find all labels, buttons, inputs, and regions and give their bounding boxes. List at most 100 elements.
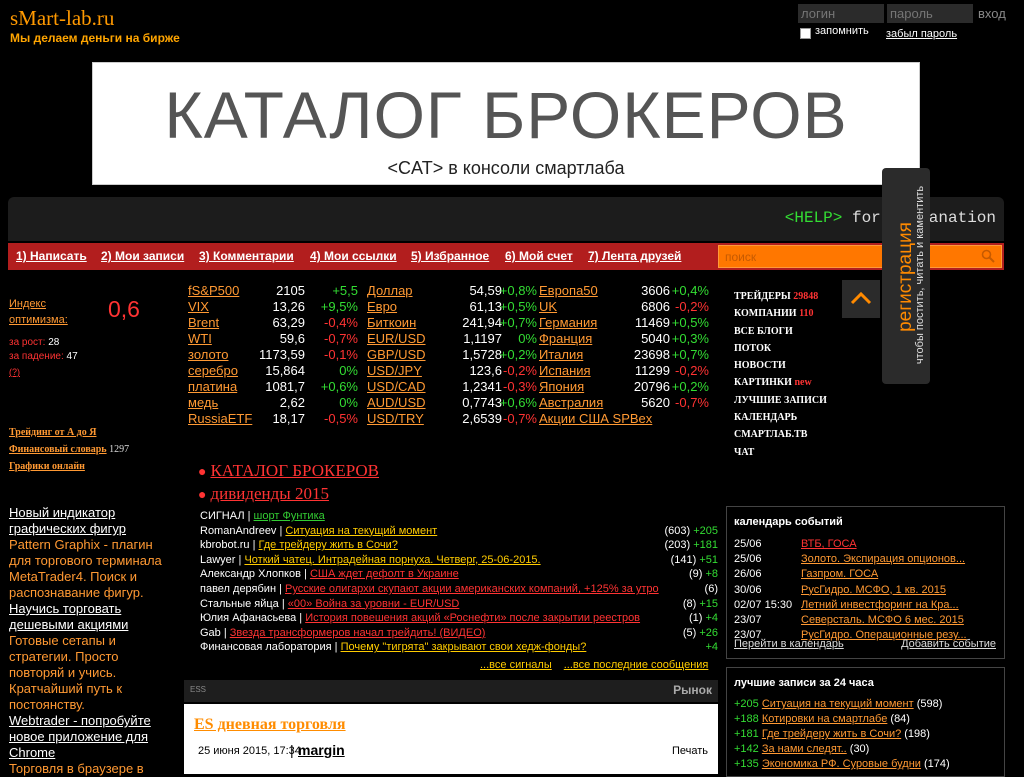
signal-title-link[interactable]: Русские олигархи скупают акции американс… <box>285 583 659 595</box>
quote-name-link[interactable]: Германия <box>539 315 597 330</box>
right-menu-item[interactable]: НОВОСТИ <box>734 360 827 377</box>
event-link[interactable]: ВТБ, ГОСА <box>801 538 1001 550</box>
right-menu-link[interactable]: ЧАТ <box>734 447 754 458</box>
right-menu-link[interactable]: НОВОСТИ <box>734 360 786 371</box>
quote-name-link[interactable]: медь <box>188 395 218 410</box>
quote-name-link[interactable]: золото <box>188 347 228 362</box>
all-posts-link[interactable]: ...все последние сообщения <box>564 659 709 671</box>
right-menu-item[interactable]: КОМПАНИИ 110 <box>734 308 827 325</box>
signal-title-link[interactable]: шорт Фунтика <box>254 510 325 522</box>
promo-item[interactable]: Научись торговать дешевыми акциями Готовы… <box>9 601 167 713</box>
quote-name-link[interactable]: Биткоин <box>367 315 416 330</box>
right-menu-item[interactable]: СМАРТЛАБ.ТВ <box>734 429 827 446</box>
menu-item-write[interactable]: 1) Написать <box>16 249 87 263</box>
right-menu-item[interactable]: КАЛЕНДАРЬ <box>734 412 827 429</box>
quote-name-link[interactable]: Австралия <box>539 395 603 410</box>
right-menu-link[interactable]: КАРТИНКИ <box>734 377 792 388</box>
all-signals-link[interactable]: ...все сигналы <box>480 659 552 671</box>
signal-title-link[interactable]: Ситуация на текущий момент <box>285 525 437 537</box>
event-link[interactable]: Летний инвестфоринг на Кра... <box>801 599 1001 611</box>
signal-author[interactable]: kbrobot.ru <box>200 539 250 551</box>
right-menu-item[interactable]: ЛУЧШИЕ ЗАПИСИ <box>734 395 827 412</box>
menu-item-favorites[interactable]: 5) Избранное <box>411 249 489 263</box>
optimism-label-line2[interactable]: оптимизма: <box>9 314 68 326</box>
best-post-link[interactable]: Ситуация на текущий момент <box>762 698 914 710</box>
trading-a-z-link[interactable]: Трейдинг от А до Я <box>9 427 96 438</box>
quote-name-link[interactable]: USD/CAD <box>367 379 426 394</box>
event-link[interactable]: Газпром. ГОСА <box>801 568 1001 580</box>
promo-item[interactable]: Новый индикатор графических фигур Pattern… <box>9 505 167 601</box>
right-menu-link[interactable]: СМАРТЛАБ.ТВ <box>734 429 807 440</box>
quote-name-link[interactable]: fS&P500 <box>188 283 239 298</box>
quote-name-link[interactable]: WTI <box>188 331 212 346</box>
calendar-event-row[interactable]: 02/07 15:30 Летний инвестфоринг на Кра... <box>734 599 1004 613</box>
right-menu-link[interactable]: КАЛЕНДАРЬ <box>734 412 797 423</box>
scroll-up-button[interactable] <box>842 280 880 318</box>
remember-checkbox[interactable] <box>800 28 811 39</box>
signal-author[interactable]: Стальные яйца <box>200 598 279 610</box>
calendar-event-row[interactable]: 25/06 ВТБ, ГОСА <box>734 538 1004 552</box>
login-button[interactable]: вход <box>978 6 1018 21</box>
right-menu-item[interactable]: КАРТИНКИ new <box>734 377 827 394</box>
registration-tab[interactable]: регистрация чтобы постить, читать и каме… <box>882 168 930 384</box>
dividends-link-row[interactable]: ● дивиденды 2015 <box>198 483 379 506</box>
signal-author[interactable]: павел дерябин <box>200 583 276 595</box>
promo-title[interactable]: Научись торговать дешевыми акциями <box>9 601 128 632</box>
charts-online-link[interactable]: Графики онлайн <box>9 461 85 472</box>
search-icon[interactable] <box>981 249 995 263</box>
quote-name-link[interactable]: USD/JPY <box>367 363 422 378</box>
optimism-help-link[interactable]: (?) <box>9 367 20 377</box>
broker-catalog-link-row[interactable]: ● КАТАЛОГ БРОКЕРОВ <box>198 460 379 483</box>
print-button[interactable]: Печать <box>672 745 708 757</box>
optimism-index-label[interactable]: Индекс оптимизма: <box>9 296 68 328</box>
signal-author[interactable]: СИГНАЛ <box>200 510 245 522</box>
menu-item-friends-feed[interactable]: 7) Лента друзей <box>588 249 681 263</box>
login-input[interactable] <box>798 4 884 23</box>
quote-name-link[interactable]: Акции США SPBex <box>539 411 652 426</box>
quote-name-link[interactable]: Франция <box>539 331 592 346</box>
broker-catalog-link[interactable]: КАТАЛОГ БРОКЕРОВ <box>210 461 379 480</box>
search-input[interactable]: поиск <box>725 250 756 264</box>
quote-name-link[interactable]: Европа50 <box>539 283 598 298</box>
right-menu-link[interactable]: ТРЕЙДЕРЫ <box>734 291 791 302</box>
feed-market-tab[interactable]: Рынок <box>673 683 712 697</box>
add-event-link[interactable]: Добавить событие <box>901 638 996 650</box>
post-title[interactable]: ES дневная торговля <box>194 716 346 734</box>
signal-title-link[interactable]: «00» Война за уровни - EUR/USD <box>288 598 460 610</box>
calendar-event-row[interactable]: 23/07 Северсталь. МСФО 6 мес. 2015 <box>734 614 1004 628</box>
forgot-password-link[interactable]: забыл пароль <box>886 28 957 40</box>
quote-name-link[interactable]: Япония <box>539 379 584 394</box>
menu-item-my-links[interactable]: 4) Мои ссылки <box>310 249 397 263</box>
promo-title[interactable]: Webtrader - попробуйте новое приложение … <box>9 713 151 760</box>
event-link[interactable]: Золото. Экспирация опционов... <box>801 553 1001 565</box>
calendar-event-row[interactable]: 26/06 Газпром. ГОСА <box>734 568 1004 582</box>
quote-name-link[interactable]: серебро <box>188 363 238 378</box>
signal-author[interactable]: Lawyer <box>200 554 235 566</box>
quote-name-link[interactable]: Евро <box>367 299 397 314</box>
quote-name-link[interactable]: Доллар <box>367 283 413 298</box>
right-menu-item[interactable]: ПОТОК <box>734 343 827 360</box>
quote-name-link[interactable]: VIX <box>188 299 209 314</box>
calendar-event-row[interactable]: 30/06 РусГидро. МСФО, 1 кв. 2015 <box>734 584 1004 598</box>
search-field[interactable]: поиск <box>718 245 1002 268</box>
signal-author[interactable]: Юлия Афанасьева <box>200 612 296 624</box>
signal-title-link[interactable]: Чоткий чатец. Интрадейная порнуха. Четве… <box>244 554 540 566</box>
quote-name-link[interactable]: UK <box>539 299 557 314</box>
dividends-link[interactable]: дивиденды 2015 <box>210 484 329 503</box>
quote-name-link[interactable]: Италия <box>539 347 583 362</box>
right-menu-link[interactable]: ЛУЧШИЕ ЗАПИСИ <box>734 395 827 406</box>
signal-title-link[interactable]: Где трейдеру жить в Сочи? <box>259 539 398 551</box>
signal-title-link[interactable]: Звезда трансформеров начал трейдить! (ВИ… <box>230 627 486 639</box>
best-post-link[interactable]: Котировки на смартлабе <box>762 713 888 725</box>
quote-name-link[interactable]: платина <box>188 379 237 394</box>
promo-title[interactable]: Новый индикатор графических фигур <box>9 505 126 536</box>
event-link[interactable]: Северсталь. МСФО 6 мес. 2015 <box>801 614 1001 626</box>
menu-item-comments[interactable]: 3) Комментарии <box>199 249 294 263</box>
quote-name-link[interactable]: RussiaETF <box>188 411 252 426</box>
signal-title-link[interactable]: История повешения акций «Роснефти» после… <box>305 612 640 624</box>
command-console[interactable]: <HELP> for explanation <box>8 197 1004 241</box>
site-logo[interactable]: sMart-lab.ru <box>10 6 114 31</box>
calendar-event-row[interactable]: 25/06 Золото. Экспирация опционов... <box>734 553 1004 567</box>
promo-item[interactable]: Webtrader - попробуйте новое приложение … <box>9 713 167 777</box>
quote-name-link[interactable]: GBP/USD <box>367 347 426 362</box>
